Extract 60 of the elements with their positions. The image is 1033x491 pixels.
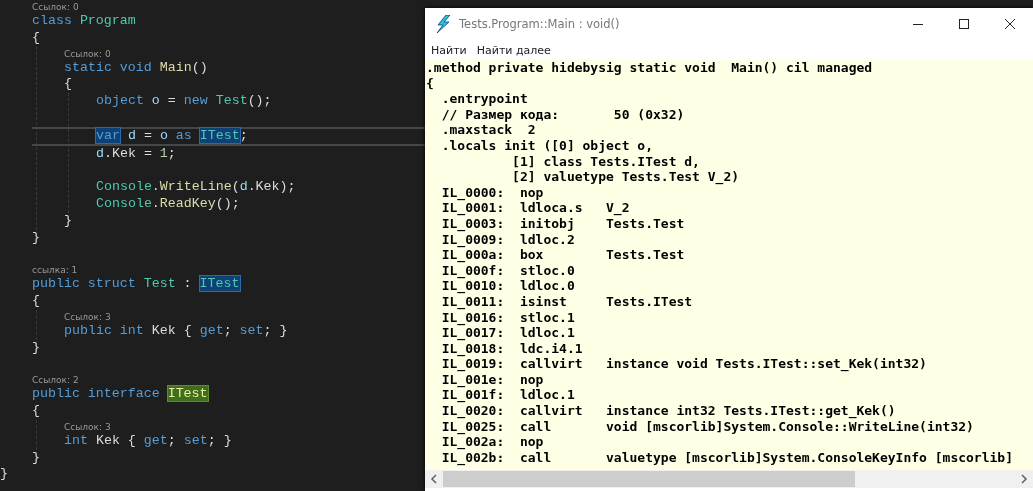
maximize-icon [959, 19, 969, 29]
reference-count[interactable]: Ссылок: 2 [32, 375, 79, 386]
code-line: } [32, 339, 40, 355]
code-line: } [64, 212, 72, 228]
code-line: object o = new Test(); [96, 93, 272, 109]
il-code-line: IL_0010: ldloc.0 [440, 278, 576, 294]
il-code-line: IL_0025: call void [mscorlib]System.Console::WriteLine(int32) [440, 418, 975, 435]
il-code-line: IL_0000: nop [440, 184, 545, 201]
code-line: Console.ReadKey(); [96, 195, 240, 211]
il-code-line: IL_0003: initobj Tests.Test [440, 215, 686, 232]
reference-count[interactable]: Ссылок: 0 [64, 48, 111, 59]
code-line: Console.WriteLine(d.Kek); [96, 179, 296, 195]
reference-count[interactable]: Ссылок: 0 [32, 2, 79, 12]
il-code-line: { [426, 75, 435, 92]
il-code-line: IL_0009: ldloc.2 [440, 231, 576, 248]
code-line: public interface ITest [32, 386, 208, 402]
code-line: { [32, 292, 40, 308]
il-code-line: IL_001e: nop [440, 371, 545, 388]
reference-count[interactable]: Ссылок: 3 [64, 311, 111, 322]
il-code-line: IL_001f: ldloc.1 [440, 387, 576, 404]
close-icon [1005, 19, 1015, 29]
il-code-line: IL_0018: ldc.i4.1 [440, 340, 584, 357]
code-line: } [0, 466, 8, 482]
il-code-line: IL_0001: ldloca.s V_2 [440, 200, 631, 216]
horizontal-scrollbar[interactable] [425, 470, 1033, 488]
code-line: public int Kek { get; set; } [64, 322, 288, 338]
il-code-line: .maxstack 2 [440, 122, 537, 138]
lightning-icon [435, 15, 451, 33]
code-line: class Program [32, 13, 136, 28]
il-code-line: .locals init ([0] object o, [440, 137, 654, 154]
code-line: { [32, 402, 40, 418]
il-code-line: IL_002b: call valuetype [mscorlib]System.ConsoleKeyInfo [mscorlib] [440, 449, 1014, 466]
code-line: static void Main() [64, 59, 208, 75]
code-line: int Kek { get; set; } [64, 432, 232, 448]
code-line: d.Kek = 1; [96, 145, 176, 161]
il-code-line: .method private hidebysig static void Main() cil managed [426, 60, 874, 76]
il-code-line: IL_000f: stloc.0 [440, 262, 576, 279]
il-code-line: IL_0019: callvirt instance void Tests.ITest::set_Kek(int32) [440, 356, 928, 372]
il-code-line: .entrypoint [440, 91, 529, 107]
code-line: } [32, 229, 40, 245]
il-code-line: IL_0011: isinst Tests.ITest [440, 293, 694, 310]
code-line: { [32, 29, 40, 45]
code-line: { [64, 76, 72, 92]
scroll-left-icon[interactable] [430, 474, 438, 484]
il-code-line: // Размер кода: 50 (0x32) [440, 106, 686, 123]
code-line: var d = o as ITest; [96, 127, 248, 143]
window-title: Tests.Program::Main : void() [459, 17, 621, 31]
scroll-right-icon[interactable] [1020, 474, 1028, 484]
il-code-line: IL_0020: callvirt instance int32 Tests.ITest::get_Kek() [440, 403, 897, 419]
code-line: public struct Test : ITest [32, 276, 240, 292]
reference-count[interactable]: ссылка: 1 [32, 265, 78, 276]
il-code-line: IL_002a: nop [440, 434, 545, 450]
scrollbar-thumb[interactable] [443, 471, 855, 487]
il-code-line: IL_000a: box Tests.Test [440, 247, 686, 263]
il-code-line: [2] valuetype Tests.Test V_2) [511, 169, 741, 185]
code-line: } [32, 449, 40, 465]
il-code-line: IL_0017: ldloc.1 [440, 325, 576, 341]
il-code-line: [1] class Tests.ITest d, [511, 153, 701, 170]
il-code-line: IL_0016: stloc.1 [440, 309, 576, 326]
reference-count[interactable]: Ссылок: 3 [64, 421, 111, 432]
